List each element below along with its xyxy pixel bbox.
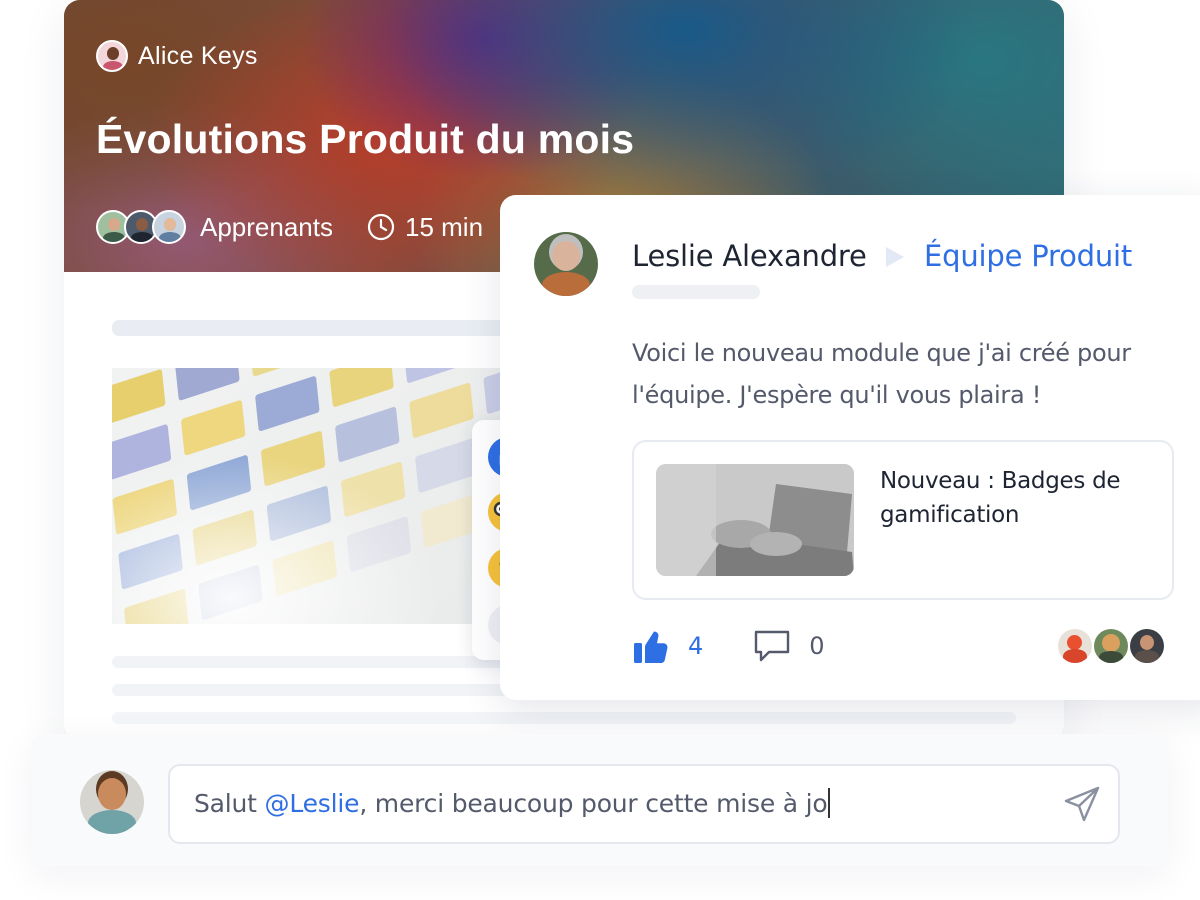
attachment-thumbnail	[656, 464, 854, 576]
avatar	[1130, 629, 1164, 663]
team-link[interactable]: Équipe Produit	[924, 239, 1132, 273]
learners-label: Apprenants	[200, 211, 333, 242]
skeleton-line	[112, 712, 1016, 724]
post-actions: 4 0	[632, 627, 825, 665]
play-arrow-icon	[886, 247, 904, 267]
comment-input-text: Salut @Leslie, merci beaucoup pour cette…	[194, 788, 831, 818]
text-caret	[828, 788, 831, 818]
duration-label: 15 min	[404, 211, 484, 242]
avatar	[152, 210, 186, 244]
course-title: Évolutions Produit du mois	[96, 116, 635, 162]
timestamp-placeholder	[632, 285, 760, 299]
comment-composer: Salut @Leslie, merci beaucoup pour cette…	[32, 734, 1168, 866]
comment-text-suffix: , merci beaucoup pour cette mise à jo	[359, 789, 828, 818]
send-icon[interactable]	[1062, 784, 1102, 824]
avatar	[1094, 629, 1128, 663]
comment-count: 0	[809, 632, 825, 660]
attachment-title: Nouveau : Badges de gamification	[880, 468, 1121, 528]
author-avatar	[96, 40, 128, 72]
author-name: Alice Keys	[138, 41, 258, 70]
course-author: Alice Keys	[96, 40, 258, 72]
comment-icon[interactable]	[753, 629, 791, 663]
comment-input[interactable]: Salut @Leslie, merci beaucoup pour cette…	[168, 764, 1120, 844]
current-user-avatar	[80, 770, 144, 834]
poster-name[interactable]: Leslie Alexandre	[632, 239, 867, 273]
course-meta: Apprenants 15 min	[96, 210, 483, 244]
learner-avatars	[96, 210, 186, 244]
like-count: 4	[688, 632, 704, 660]
clock-icon	[367, 213, 395, 241]
poster-avatar[interactable]	[534, 232, 598, 296]
attachment-card[interactable]: Nouveau : Badges de gamification	[632, 440, 1174, 600]
course-duration: 15 min	[367, 212, 483, 243]
post-card: Leslie Alexandre Équipe Produit Voici le…	[500, 195, 1200, 700]
post-text: Voici le nouveau module que j'ai créé po…	[632, 339, 1131, 409]
reactor-avatars[interactable]	[1058, 629, 1164, 663]
comment-text-prefix: Salut	[194, 789, 265, 818]
like-icon[interactable]	[632, 627, 672, 665]
avatar	[1058, 629, 1092, 663]
skeleton-line	[112, 320, 532, 336]
skeleton-line	[112, 684, 552, 696]
mention[interactable]: @Leslie	[265, 789, 360, 818]
